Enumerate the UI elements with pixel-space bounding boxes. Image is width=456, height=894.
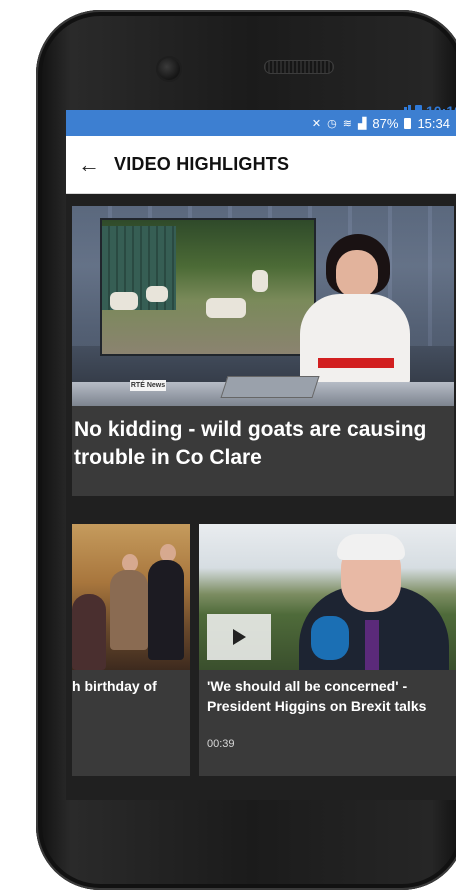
- video-thumbnail[interactable]: [72, 524, 190, 670]
- laptop: [220, 376, 320, 398]
- video-title[interactable]: h birthday of: [72, 676, 190, 696]
- front-camera: [158, 58, 180, 80]
- status-time: 15:34: [417, 115, 450, 131]
- video-duration: 00:39: [207, 738, 235, 750]
- mute-icon: ✕: [311, 117, 322, 130]
- signal-icon: ▟: [357, 117, 367, 130]
- alarm-icon: ◷: [327, 117, 337, 130]
- page-title: VIDEO HIGHLIGHTS: [114, 154, 290, 174]
- battery-icon: [404, 117, 412, 129]
- news-presenter: [300, 294, 410, 386]
- earpiece-speaker: [264, 60, 334, 74]
- status-bar: ✕ ◷ ≋ ▟ 87% 15:34: [66, 110, 456, 136]
- featured-video-title[interactable]: No kidding - wild goats are causing trou…: [72, 416, 454, 472]
- app-bar: ← VIDEO HIGHLIGHTS: [66, 136, 456, 194]
- featured-video-card[interactable]: RTÉ News No kidding - wild goats are cau…: [72, 206, 454, 496]
- rte-news-logo: RTÉ News: [130, 380, 166, 391]
- video-title[interactable]: 'We should all be concerned' - President…: [207, 676, 456, 716]
- wifi-icon: ≋: [342, 117, 352, 130]
- video-card[interactable]: h birthday of: [72, 524, 190, 776]
- play-icon[interactable]: [207, 614, 271, 660]
- arrow-left-icon[interactable]: ←: [78, 153, 106, 176]
- video-thumbnail[interactable]: [199, 524, 456, 670]
- video-list: RTÉ News No kidding - wild goats are cau…: [66, 194, 456, 800]
- video-card[interactable]: 'We should all be concerned' - President…: [199, 524, 456, 776]
- microphone: [311, 616, 349, 660]
- app-screen: ✕ ◷ ≋ ▟ 87% 15:34 ← VIDEO HIGHLIGHTS RTÉ…: [66, 110, 456, 800]
- goats-inset-image: [100, 218, 316, 356]
- featured-thumbnail[interactable]: RTÉ News: [72, 206, 454, 406]
- battery-percent: 87%: [372, 115, 399, 131]
